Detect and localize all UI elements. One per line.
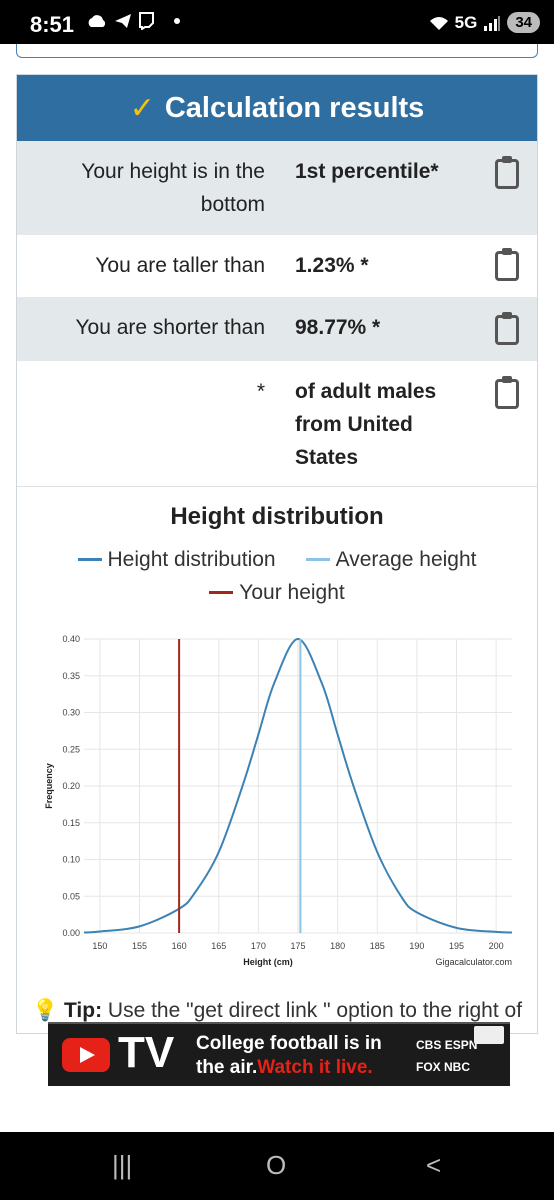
y-tick-label: 0.25 bbox=[62, 744, 80, 754]
result-row-shorter: You are shorter than 98.77% * bbox=[17, 297, 537, 361]
ad-line2-red: Watch it live. bbox=[257, 1057, 373, 1078]
notification-icons bbox=[86, 12, 180, 30]
result-value: 1.23% * bbox=[295, 254, 369, 277]
height-distribution-chart: 0.00 0.05 0.10 0.15 0.20 0.25 0.30 0.35 0.40 150 1… bbox=[44, 634, 513, 967]
telegram-icon bbox=[115, 14, 131, 28]
result-label: You are taller than bbox=[95, 254, 265, 277]
chart-credit: Gigacalculator.com bbox=[435, 957, 512, 967]
x-tick-label: 170 bbox=[251, 941, 266, 951]
ad-line1: College football is in bbox=[196, 1033, 382, 1054]
status-time: 8:51 bbox=[30, 12, 75, 37]
y-tick-label: 0.00 bbox=[62, 928, 80, 938]
legend-item-distribution[interactable]: Height distribution bbox=[77, 547, 276, 572]
y-tick-label: 0.05 bbox=[62, 891, 80, 901]
result-label: Your height is in the bottom bbox=[81, 160, 265, 216]
nbc-logo: NBC bbox=[444, 1060, 471, 1074]
x-tick-label: 175 bbox=[290, 941, 305, 951]
results-title: Calculation results bbox=[164, 91, 425, 124]
result-value: of adult males from United States bbox=[295, 380, 437, 469]
clipboard-icon[interactable] bbox=[495, 156, 519, 189]
result-label: * bbox=[256, 380, 265, 403]
previous-section-edge bbox=[16, 44, 538, 58]
x-tick-label: 180 bbox=[330, 941, 345, 951]
ad-headline: College football is in the air.Watch it … bbox=[196, 1032, 382, 1080]
y-axis-label: Frequency bbox=[44, 763, 54, 809]
x-tick-label: 165 bbox=[211, 941, 226, 951]
cloud-icon bbox=[88, 15, 106, 27]
x-tick-label: 195 bbox=[449, 941, 464, 951]
more-notifications-icon bbox=[174, 18, 180, 24]
x-tick-label: 150 bbox=[92, 941, 107, 951]
legend-swatch bbox=[209, 591, 234, 594]
result-row-taller: You are taller than 1.23% * bbox=[17, 235, 537, 297]
result-label: You are shorter than bbox=[75, 316, 265, 339]
result-value: 1st percentile* bbox=[295, 160, 439, 183]
y-tick-label: 0.10 bbox=[62, 855, 80, 865]
y-tick-label: 0.30 bbox=[62, 708, 80, 718]
results-header: ✓ Calculation results bbox=[17, 75, 537, 141]
home-button[interactable]: O bbox=[266, 1150, 286, 1181]
x-axis-label: Height (cm) bbox=[243, 957, 293, 967]
network-label: 5G bbox=[454, 12, 478, 32]
y-tick-label: 0.20 bbox=[62, 781, 80, 791]
ad-line2-white: the air. bbox=[196, 1057, 258, 1078]
x-tick-label: 190 bbox=[409, 941, 424, 951]
legend-label: Average height bbox=[335, 547, 477, 571]
result-row-population: * of adult males from United States bbox=[17, 361, 537, 487]
clipboard-icon[interactable] bbox=[495, 376, 519, 409]
ad-brand: TV bbox=[118, 1028, 175, 1077]
legend-label: Height distribution bbox=[107, 547, 276, 571]
espn-logo: ESPN bbox=[444, 1038, 478, 1052]
x-tick-label: 160 bbox=[172, 941, 187, 951]
ad-networks: CBS ESPN FOX NBC bbox=[416, 1034, 477, 1078]
y-tick-label: 0.40 bbox=[62, 634, 80, 644]
clipboard-icon[interactable] bbox=[495, 248, 519, 281]
twitch-icon bbox=[139, 12, 154, 30]
youtube-logo-icon bbox=[62, 1038, 110, 1072]
legend-item-average[interactable]: Average height bbox=[305, 547, 477, 572]
wifi-icon bbox=[429, 16, 448, 30]
advertisement-banner[interactable]: TV College football is in the air.Watch … bbox=[48, 1022, 510, 1086]
checkmark-icon: ✓ bbox=[129, 91, 155, 125]
y-tick-label: 0.35 bbox=[62, 671, 80, 681]
ad-choices-icon[interactable] bbox=[474, 1026, 504, 1044]
cbs-logo: CBS bbox=[416, 1038, 442, 1052]
x-tick-label: 155 bbox=[132, 941, 147, 951]
legend-swatch bbox=[305, 558, 330, 561]
y-tick-label: 0.15 bbox=[62, 818, 80, 828]
chart-title: Height distribution bbox=[170, 503, 384, 530]
battery-level: 34 bbox=[507, 12, 540, 33]
tip-label: Tip: bbox=[63, 999, 103, 1022]
web-page: ✓ Calculation results Your height is in … bbox=[0, 44, 554, 1132]
x-tick-label: 185 bbox=[370, 941, 385, 951]
system-nav-bar: ||| O < bbox=[0, 1132, 554, 1200]
lightbulb-icon: 💡 bbox=[31, 999, 59, 1022]
x-tick-label: 200 bbox=[489, 941, 504, 951]
recents-button[interactable]: ||| bbox=[112, 1150, 132, 1181]
fox-logo: FOX bbox=[416, 1060, 441, 1074]
signal-icon bbox=[484, 15, 501, 31]
result-row-percentile: Your height is in the bottom 1st percent… bbox=[17, 141, 537, 235]
back-button[interactable]: < bbox=[426, 1150, 441, 1181]
result-value: 98.77% * bbox=[295, 316, 381, 339]
legend-swatch bbox=[77, 558, 102, 561]
system-status: 5G 34 bbox=[429, 12, 540, 33]
clipboard-icon[interactable] bbox=[495, 312, 519, 345]
